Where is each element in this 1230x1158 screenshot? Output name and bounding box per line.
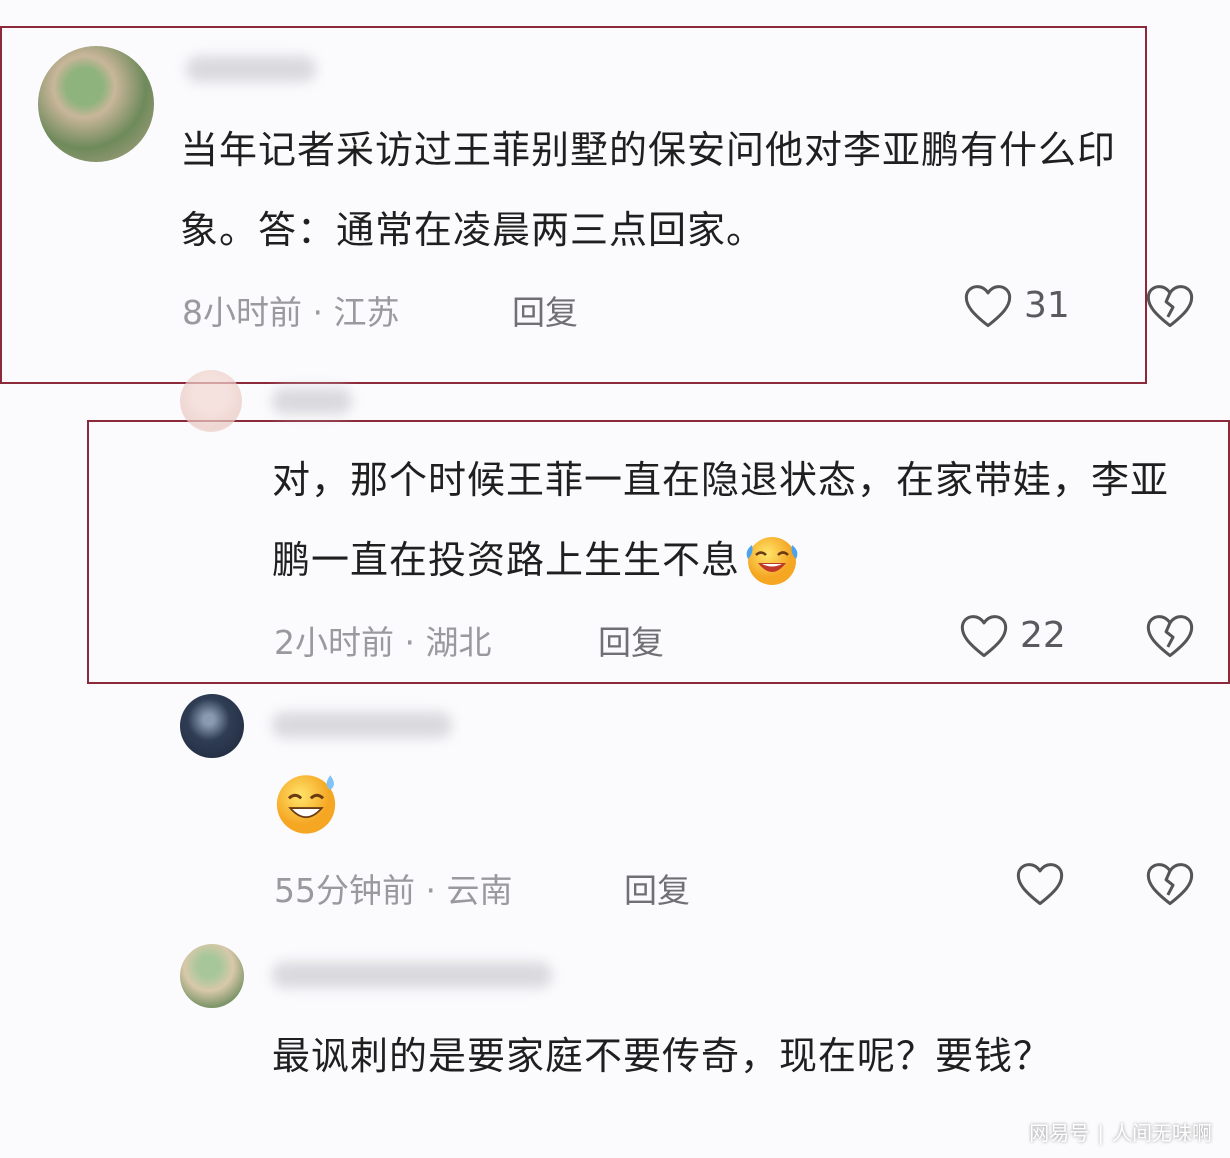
laughing-crying-emoji bbox=[746, 537, 798, 585]
comment-location: 云南 bbox=[446, 871, 513, 910]
username-blurred[interactable] bbox=[272, 388, 352, 414]
comment-time: 55分钟前 bbox=[274, 871, 415, 910]
username-blurred[interactable] bbox=[186, 56, 316, 82]
like-count: 22 bbox=[1020, 614, 1066, 656]
heart-outline-icon bbox=[1016, 863, 1064, 906]
avatar[interactable] bbox=[180, 370, 242, 432]
watermark: 网易号 | 人间无味啊 bbox=[1029, 1117, 1212, 1146]
broken-heart-icon[interactable] bbox=[1144, 858, 1196, 908]
comment-location: 湖北 bbox=[425, 623, 492, 662]
comment-3: 55分钟前 · 云南 回复 bbox=[0, 690, 1230, 940]
broken-heart-icon[interactable] bbox=[1144, 280, 1196, 330]
comment-text: 最讽刺的是要家庭不要传奇，现在呢？要钱？ bbox=[272, 1034, 1053, 1078]
reply-button[interactable]: 回复 bbox=[598, 616, 664, 664]
avatar[interactable] bbox=[180, 694, 244, 758]
like-button[interactable] bbox=[1014, 858, 1066, 908]
like-button[interactable]: 31 bbox=[962, 280, 1070, 330]
avatar[interactable] bbox=[180, 944, 244, 1008]
watermark-account: 人间无味啊 bbox=[1112, 1121, 1212, 1145]
comment-2: 对，那个时候王菲一直在隐退状态，在家带娃，李亚鹏一直在投资路上生生不息 2小时前… bbox=[0, 360, 1230, 690]
comment-time: 8小时前 bbox=[182, 293, 302, 332]
comment-time: 2小时前 bbox=[274, 623, 394, 662]
meta-separator: · bbox=[312, 293, 324, 332]
comment-meta: 8小时前 · 江苏 bbox=[182, 286, 400, 334]
comment-1: 当年记者采访过王菲别墅的保安问他对李亚鹏有什么印象。答：通常在凌晨两三点回家。 … bbox=[0, 0, 1230, 384]
username-blurred[interactable] bbox=[272, 962, 552, 988]
comment-location: 江苏 bbox=[333, 293, 400, 332]
like-count: 31 bbox=[1024, 284, 1070, 326]
comment-text: 对，那个时候王菲一直在隐退状态，在家带娃，李亚鹏一直在投资路上生生不息 bbox=[272, 440, 1192, 600]
comment-meta: 55分钟前 · 云南 bbox=[274, 864, 513, 912]
reply-button[interactable]: 回复 bbox=[624, 864, 690, 912]
meta-separator: · bbox=[404, 623, 416, 662]
avatar[interactable] bbox=[38, 46, 154, 162]
watermark-divider: | bbox=[1097, 1121, 1104, 1145]
watermark-brand: 网易号 bbox=[1029, 1121, 1090, 1145]
reply-button[interactable]: 回复 bbox=[512, 286, 578, 334]
broken-heart-icon[interactable] bbox=[1144, 610, 1196, 660]
comment-meta: 2小时前 · 湖北 bbox=[274, 616, 492, 664]
username-blurred[interactable] bbox=[272, 712, 452, 738]
comment-text: 当年记者采访过王菲别墅的保安问他对李亚鹏有什么印象。答：通常在凌晨两三点回家。 bbox=[180, 128, 1117, 252]
like-button[interactable]: 22 bbox=[958, 610, 1066, 660]
heart-outline-icon bbox=[964, 285, 1012, 328]
comment-text-content: 对，那个时候王菲一直在隐退状态，在家带娃，李亚鹏一直在投资路上生生不息 bbox=[272, 458, 1170, 582]
heart-outline-icon bbox=[960, 615, 1008, 658]
sweat-smile-emoji bbox=[276, 775, 336, 834]
meta-separator: · bbox=[425, 871, 437, 910]
